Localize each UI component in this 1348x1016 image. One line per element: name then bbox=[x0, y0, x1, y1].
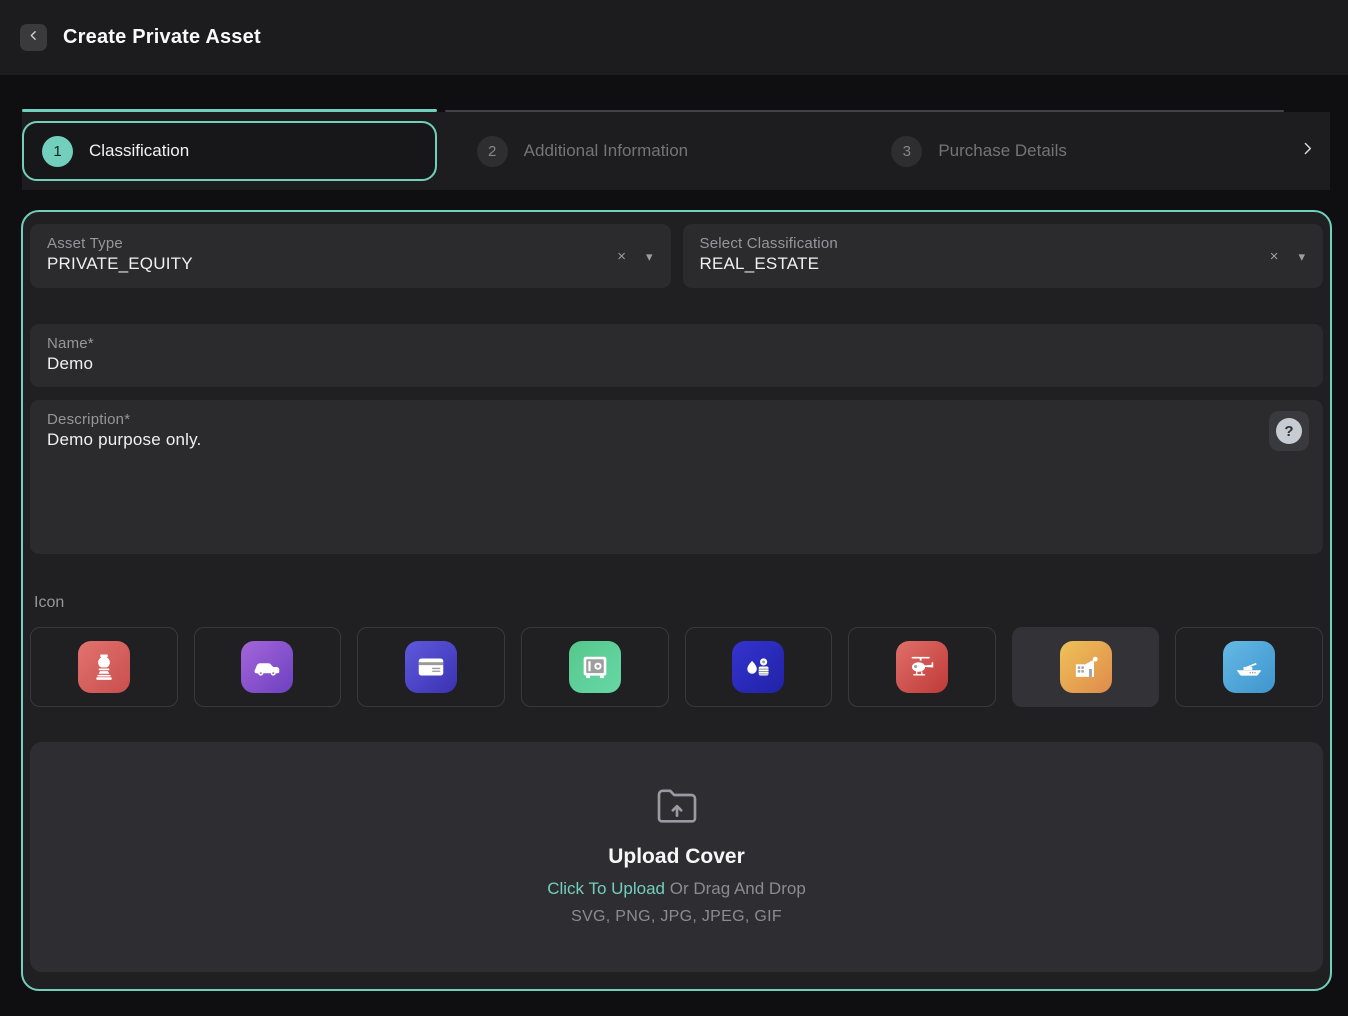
step-tabs: 1 Classification 2 Additional Informatio… bbox=[22, 112, 1330, 190]
icon-option-vault[interactable] bbox=[521, 627, 669, 707]
caret-down-icon[interactable]: ▾ bbox=[646, 250, 653, 263]
icon-option-helicopter[interactable] bbox=[848, 627, 996, 707]
upload-title: Upload Cover bbox=[608, 845, 745, 869]
upload-formats: SVG, PNG, JPG, JPEG, GIF bbox=[571, 908, 782, 926]
vault-icon bbox=[569, 641, 621, 693]
click-to-upload-link[interactable]: Click To Upload bbox=[547, 879, 665, 898]
step-number-badge: 2 bbox=[477, 136, 508, 167]
asset-type-label: Asset Type bbox=[47, 235, 654, 252]
drag-and-drop-text: Or Drag And Drop bbox=[665, 879, 806, 898]
caret-down-icon[interactable]: ▾ bbox=[1298, 250, 1305, 263]
step-number-badge: 3 bbox=[891, 136, 922, 167]
page-title: Create Private Asset bbox=[63, 26, 261, 49]
asset-type-select[interactable]: Asset Type PRIVATE_EQUITY × ▾ bbox=[30, 224, 671, 288]
help-button[interactable]: ? bbox=[1269, 411, 1309, 451]
name-value: Demo bbox=[47, 354, 1306, 374]
dropdown-controls: × ▾ bbox=[1270, 224, 1305, 288]
classification-form-panel: Asset Type PRIVATE_EQUITY × ▾ Select Cla… bbox=[21, 210, 1332, 991]
tab-label: Additional Information bbox=[524, 141, 688, 161]
name-input[interactable]: Name* Demo bbox=[30, 324, 1323, 387]
icon-option-real-estate[interactable] bbox=[1012, 627, 1160, 707]
active-step-indicator bbox=[22, 109, 437, 112]
real-estate-icon bbox=[1060, 641, 1112, 693]
tab-purchase-details[interactable]: 3 Purchase Details bbox=[869, 112, 1284, 190]
step-number-badge: 1 bbox=[42, 136, 73, 167]
question-mark-icon: ? bbox=[1276, 418, 1302, 444]
asset-type-value: PRIVATE_EQUITY bbox=[47, 254, 654, 274]
car-icon bbox=[241, 641, 293, 693]
folder-upload-icon bbox=[656, 788, 698, 829]
next-step-button[interactable] bbox=[1284, 140, 1330, 162]
classification-value: REAL_ESTATE bbox=[700, 254, 1307, 274]
chevron-right-icon bbox=[1299, 140, 1316, 162]
helicopter-icon bbox=[896, 641, 948, 693]
clear-icon[interactable]: × bbox=[617, 249, 626, 264]
back-button[interactable] bbox=[20, 24, 47, 51]
description-value: Demo purpose only. bbox=[47, 430, 1306, 450]
antique-vase-icon bbox=[78, 641, 130, 693]
icon-option-credit-card[interactable] bbox=[357, 627, 505, 707]
tab-label: Classification bbox=[89, 141, 189, 161]
yacht-icon bbox=[1223, 641, 1275, 693]
icon-section-label: Icon bbox=[34, 594, 1323, 612]
icon-picker bbox=[30, 627, 1323, 707]
upload-cover-dropzone[interactable]: Upload Cover Click To Upload Or Drag And… bbox=[30, 742, 1323, 972]
description-input[interactable]: Description* Demo purpose only. ? bbox=[30, 400, 1323, 554]
tab-label: Purchase Details bbox=[938, 141, 1067, 161]
icon-option-car[interactable] bbox=[194, 627, 342, 707]
dropdown-controls: × ▾ bbox=[617, 224, 652, 288]
tab-classification[interactable]: 1 Classification bbox=[22, 121, 437, 181]
description-label: Description* bbox=[47, 411, 1306, 428]
tab-additional-information[interactable]: 2 Additional Information bbox=[455, 112, 870, 190]
dropdown-row: Asset Type PRIVATE_EQUITY × ▾ Select Cla… bbox=[30, 224, 1323, 288]
classification-select[interactable]: Select Classification REAL_ESTATE × ▾ bbox=[683, 224, 1324, 288]
credit-card-icon bbox=[405, 641, 457, 693]
app-header: Create Private Asset bbox=[0, 0, 1348, 75]
upload-instructions: Click To Upload Or Drag And Drop bbox=[547, 879, 806, 899]
icon-option-yacht[interactable] bbox=[1175, 627, 1323, 707]
icon-option-antique-vase[interactable] bbox=[30, 627, 178, 707]
liquidity-coins-icon bbox=[732, 641, 784, 693]
clear-icon[interactable]: × bbox=[1270, 249, 1279, 264]
classification-label: Select Classification bbox=[700, 235, 1307, 252]
inactive-step-indicator bbox=[445, 110, 1284, 112]
chevron-left-icon bbox=[27, 29, 40, 47]
name-label: Name* bbox=[47, 335, 1306, 352]
icon-option-liquidity-coins[interactable] bbox=[685, 627, 833, 707]
